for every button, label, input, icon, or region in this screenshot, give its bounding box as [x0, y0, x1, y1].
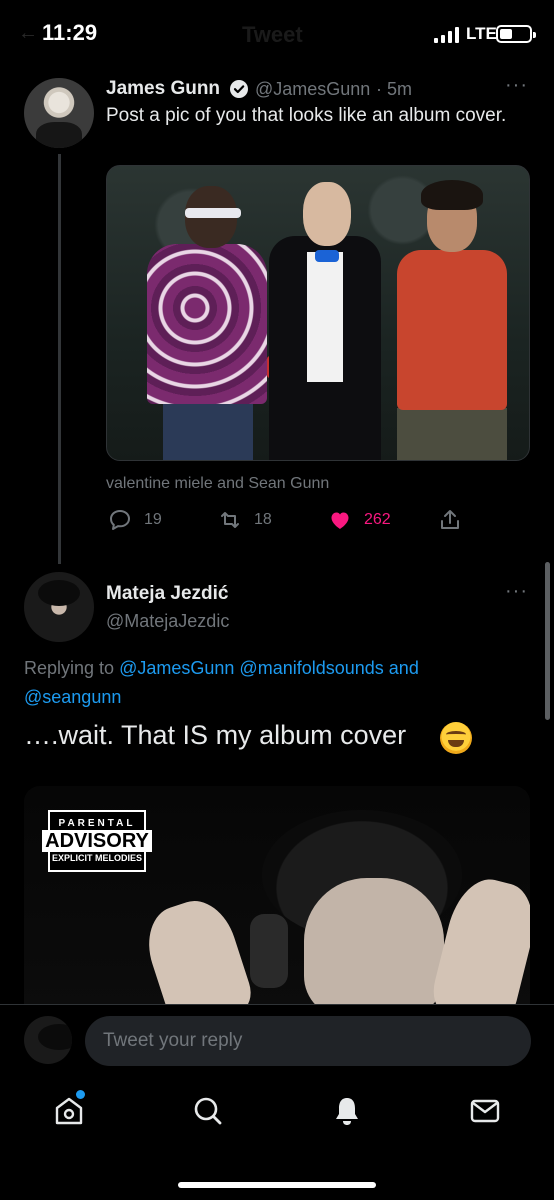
reply-author-handle[interactable]: @MatejaJezdic [106, 611, 229, 632]
rofl-emoji-icon [440, 722, 472, 754]
tweet-timestamp: · 5m [376, 79, 412, 99]
reply-tweet-text: ….wait. That IS my album cover [24, 720, 407, 750]
messages-envelope-icon[interactable] [468, 1094, 502, 1128]
reply-count: 19 [144, 511, 162, 528]
pa-top-text: PARENTAL [58, 818, 136, 829]
replying-prefix: Replying to [24, 658, 115, 678]
tweet-photo[interactable] [106, 165, 530, 461]
author-handle[interactable]: @JamesGunn [255, 79, 370, 100]
author-name[interactable]: James Gunn [106, 78, 220, 100]
retweet-icon [221, 512, 239, 528]
pa-bottom-text: EXPLICIT MELODIES [51, 853, 142, 863]
photo-figure [303, 182, 351, 246]
tweet-text: Post a pic of you that looks like an alb… [106, 105, 507, 126]
photo-figure [304, 878, 444, 1016]
search-icon[interactable] [191, 1094, 225, 1128]
compose-avatar [24, 1016, 72, 1064]
retweet-count: 18 [254, 511, 272, 528]
back-arrow-icon[interactable]: ← [18, 22, 38, 45]
photo-figure [147, 244, 267, 404]
reply-input[interactable] [85, 1016, 531, 1066]
home-icon[interactable] [52, 1094, 86, 1128]
mention-link[interactable]: @manifoldsounds [239, 658, 383, 678]
status-time: 11:29 [42, 20, 98, 45]
parental-advisory-label: PARENTAL ADVISORY EXPLICIT MELODIES [42, 810, 152, 872]
more-options-icon[interactable]: ··· [505, 74, 528, 97]
mention-and: and [388, 658, 419, 678]
share-icon [441, 510, 459, 529]
home-notification-dot [76, 1090, 85, 1099]
photo-figure [397, 408, 507, 460]
tagged-users[interactable]: valentine miele and Sean Gunn [106, 475, 329, 493]
avatar-james-gunn[interactable] [24, 78, 94, 148]
heart-filled-icon [331, 512, 349, 529]
share-button[interactable] [438, 508, 462, 532]
replying-to-line: Replying to @JamesGunn @manifoldsounds a… [24, 654, 534, 712]
reply-button[interactable]: 19 [108, 508, 162, 532]
retweet-button[interactable]: 18 [218, 508, 272, 532]
headphone-shape [250, 914, 288, 988]
album-cover-photo[interactable]: PARENTAL ADVISORY EXPLICIT MELODIES [24, 786, 530, 1016]
photo-figure [421, 180, 483, 210]
pa-middle-text: ADVISORY [42, 830, 152, 852]
reply-more-options-icon[interactable]: ··· [505, 580, 528, 603]
reply-author-name[interactable]: Mateja Jezdić [106, 583, 229, 605]
like-count: 262 [364, 511, 391, 528]
home-indicator[interactable] [178, 1182, 376, 1188]
mention-link[interactable]: @JamesGunn [119, 658, 234, 678]
thread-line [58, 154, 61, 564]
notifications-bell-icon[interactable] [330, 1094, 364, 1128]
scrollbar[interactable] [545, 562, 550, 720]
mention-link[interactable]: @seangunn [24, 687, 121, 707]
network-type: LTE [466, 24, 497, 43]
photo-figure [185, 208, 241, 218]
battery-icon [496, 25, 536, 43]
like-button[interactable]: 262 [328, 508, 391, 532]
avatar-mateja-jezdic[interactable] [24, 572, 94, 642]
photo-figure [163, 402, 253, 460]
photo-figure [397, 250, 507, 410]
photo-figure [137, 891, 257, 1016]
signal-icon [434, 27, 459, 43]
status-bar: ← 11:29 Tweet LTE [0, 0, 554, 66]
page-title: Tweet [242, 22, 303, 47]
reply-icon [110, 510, 130, 530]
photo-figure [307, 252, 343, 382]
verified-badge-icon [230, 80, 248, 98]
photo-figure [315, 250, 339, 262]
